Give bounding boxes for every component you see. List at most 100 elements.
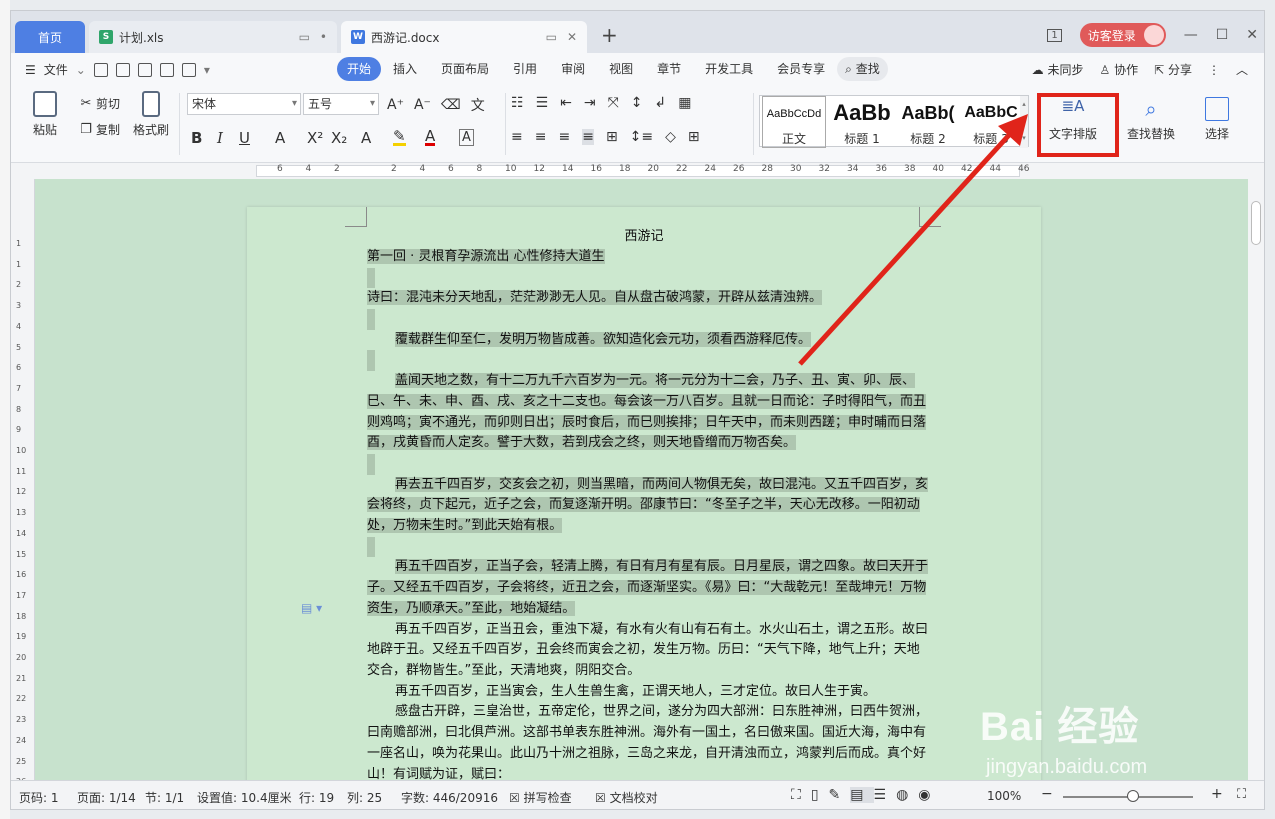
increase-indent-icon[interactable]: ⇥: [584, 95, 596, 111]
document-page[interactable]: 西游记 第一回 · 灵根育孕源流出 心性修持大道生 诗曰：混沌未分天地乱，茫茫渺…: [247, 207, 1041, 780]
tab-chapter[interactable]: 章节: [645, 57, 693, 81]
status-section[interactable]: 节: 1/1: [145, 789, 184, 806]
outline-icon[interactable]: ☰: [874, 787, 897, 803]
status-row[interactable]: 行: 19: [299, 789, 334, 806]
paragraph[interactable]: 盖闻天地之数，有十二万九千六百岁为一元。将一元分为十二会，乃子、丑、寅、卯、辰、…: [367, 373, 927, 451]
proofread-button[interactable]: ☒ 文档校对: [595, 789, 658, 806]
paste-button[interactable]: 粘贴: [33, 91, 57, 138]
close-icon[interactable]: ✕: [567, 30, 577, 44]
style-heading1[interactable]: AaBb 标题 1: [830, 96, 894, 148]
zoom-in-icon[interactable]: +: [1211, 786, 1223, 802]
cut-button[interactable]: ✂ 剪切: [79, 95, 120, 112]
paragraph[interactable]: 诗曰：混沌未分天地乱，茫茫渺渺无人见。自从盘古破鸿蒙，开辟从兹清浊辨。: [367, 290, 823, 306]
more-chevron-icon[interactable]: ▾: [204, 63, 210, 77]
tab-developer[interactable]: 开发工具: [693, 57, 765, 81]
distribute-icon[interactable]: ⊞: [606, 129, 618, 145]
write-icon[interactable]: ✎: [829, 787, 851, 803]
paragraph[interactable]: 再五千四百岁，正当丑会，重浊下凝，有水有火有山有石有土。水火山石土，谓之五形。故…: [367, 620, 931, 682]
document-header-title[interactable]: 西游记: [247, 225, 1041, 244]
status-col[interactable]: 列: 25: [347, 789, 382, 806]
paragraph-layout-icon[interactable]: ▤ ▾: [301, 601, 322, 615]
copy-button[interactable]: ❐ 复制: [79, 121, 120, 138]
font-select[interactable]: 宋体: [187, 93, 301, 115]
styles-scroll[interactable]: ▴ ▾ ▾: [1020, 96, 1028, 148]
tab-review[interactable]: 审阅: [549, 57, 597, 81]
tab-reference[interactable]: 引用: [501, 57, 549, 81]
style-heading2[interactable]: AaBb(标题 2: [896, 96, 960, 148]
superscript-icon[interactable]: X²: [307, 129, 323, 147]
window-count-badge[interactable]: 1: [1047, 28, 1062, 42]
paragraph[interactable]: 再五千四百岁，正当子会，轻清上腾，有日有月有星有辰。日月星辰，谓之四象。故曰天开…: [367, 559, 929, 616]
vertical-ruler[interactable]: 1 1 2 3 4 5 6 7 8 9 10 11 12 13 14 15 16 17 18 19 20 21 22 23 24…: [11, 179, 35, 807]
chevron-down-icon[interactable]: ⌄: [76, 63, 86, 77]
hamburger-icon[interactable]: ☰: [25, 63, 36, 77]
underline-icon[interactable]: U: [239, 129, 250, 147]
horizontal-ruler[interactable]: 6 4 2 2 4 6 8 10 12 14 16 18 20 22 24 26 28 30 32 34 36 38 40 4…: [11, 163, 1264, 179]
sync-button[interactable]: ☁ 未同步: [1032, 61, 1084, 78]
shrink-font-icon[interactable]: A⁻: [414, 97, 431, 113]
align-right-icon[interactable]: ≡: [558, 129, 570, 145]
align-center-icon[interactable]: ≡: [535, 129, 547, 145]
font-color-icon[interactable]: A: [425, 129, 436, 146]
tab-doc[interactable]: W 西游记.docx ▭ ✕: [341, 21, 587, 53]
pinyin-icon[interactable]: 文: [471, 95, 485, 115]
paragraph[interactable]: 再五千四百岁，正当寅会，生人生兽生禽，正谓天地人，三才定位。故曰人生于寅。: [367, 682, 931, 703]
status-page-code[interactable]: 页码: 1: [19, 789, 59, 806]
collapse-ribbon-icon[interactable]: ︿: [1236, 61, 1248, 78]
share-button[interactable]: ⇱ 分享: [1154, 61, 1192, 78]
paragraph[interactable]: 覆载群生仰至仁，发明万物皆成善。欲知造化会元功，须看西游释厄传。: [395, 331, 812, 347]
align-left-icon[interactable]: ≡: [511, 129, 523, 145]
collab-button[interactable]: ♙ 协作: [1099, 61, 1138, 78]
tab-home[interactable]: 首页: [15, 21, 85, 53]
paragraph[interactable]: 感盘古开辟，三皇治世，五帝定伦，世界之间，遂分为四大部洲：曰东胜神洲，曰西牛贺洲…: [367, 702, 931, 780]
decrease-indent-icon[interactable]: ⇤: [560, 95, 572, 111]
tab-xls[interactable]: S 计划.xls ▭ •: [89, 21, 337, 53]
text-effect-icon[interactable]: A: [361, 129, 371, 147]
print-icon[interactable]: [159, 62, 174, 77]
spell-check-button[interactable]: ☒ 拼写检查: [509, 789, 572, 806]
strikethrough-icon[interactable]: A: [275, 129, 285, 147]
tab-start[interactable]: 开始: [337, 57, 382, 81]
monitor-icon[interactable]: ▭: [299, 30, 310, 44]
format-painter-button[interactable]: 格式刷: [133, 91, 169, 138]
line-spacing-icon[interactable]: ↕≡: [630, 129, 653, 145]
paragraph-chapter-title[interactable]: 第一回 · 灵根育孕源流出 心性修持大道生: [367, 249, 605, 264]
reading-icon[interactable]: ▯: [811, 787, 829, 803]
numbered-list-icon[interactable]: ☰: [536, 95, 549, 111]
justify-icon[interactable]: ≡: [582, 129, 594, 145]
find-replace-button[interactable]: ⌕ 查找替换: [1127, 97, 1175, 142]
char-border-icon[interactable]: A: [459, 129, 474, 146]
zoom-slider-knob[interactable]: [1127, 790, 1139, 802]
file-menu[interactable]: 文件: [44, 61, 68, 78]
paragraph[interactable]: 再去五千四百岁，交亥会之初，则当黑暗，而两间人物俱无矣，故曰混沌。又五千四百岁，…: [367, 476, 929, 534]
web-icon[interactable]: ◍: [896, 787, 918, 803]
zoom-value[interactable]: 100%: [987, 789, 1021, 803]
scrollbar-thumb[interactable]: [1251, 201, 1261, 245]
new-doc-icon[interactable]: [93, 62, 108, 77]
style-heading3[interactable]: AaBbC 标题 3: [960, 96, 1022, 148]
tab-view[interactable]: 视图: [597, 57, 645, 81]
minimize-icon[interactable]: —: [1184, 27, 1198, 43]
bullet-list-icon[interactable]: ☷: [511, 95, 524, 111]
subscript-icon[interactable]: X₂: [331, 129, 347, 147]
close-window-icon[interactable]: ✕: [1246, 27, 1258, 43]
tab-layout[interactable]: 页面布局: [429, 57, 501, 81]
login-button[interactable]: 访客登录: [1079, 23, 1166, 47]
page-view-icon[interactable]: ▤: [850, 787, 874, 803]
print-preview-icon[interactable]: [181, 62, 196, 77]
maximize-icon[interactable]: ☐: [1216, 27, 1229, 43]
italic-icon[interactable]: I: [217, 129, 223, 147]
fit-page-icon[interactable]: ⛶: [1237, 787, 1246, 802]
more-icon[interactable]: ⋮: [1208, 63, 1220, 77]
status-page[interactable]: 页面: 1/14: [77, 789, 136, 806]
eye-icon[interactable]: ◉: [918, 787, 940, 803]
table-icon[interactable]: ▦: [678, 95, 691, 111]
style-normal[interactable]: AaBbCcDd 正文: [762, 96, 826, 148]
highlight-icon[interactable]: ✎: [393, 129, 406, 146]
chinese-layout-icon[interactable]: ⤧: [608, 95, 619, 111]
shading-icon[interactable]: ◇: [665, 129, 676, 145]
tab-member[interactable]: 会员专享: [765, 57, 837, 81]
grow-font-icon[interactable]: A⁺: [387, 97, 404, 113]
sort-icon[interactable]: ↕: [631, 95, 643, 111]
save-icon[interactable]: [137, 62, 152, 77]
